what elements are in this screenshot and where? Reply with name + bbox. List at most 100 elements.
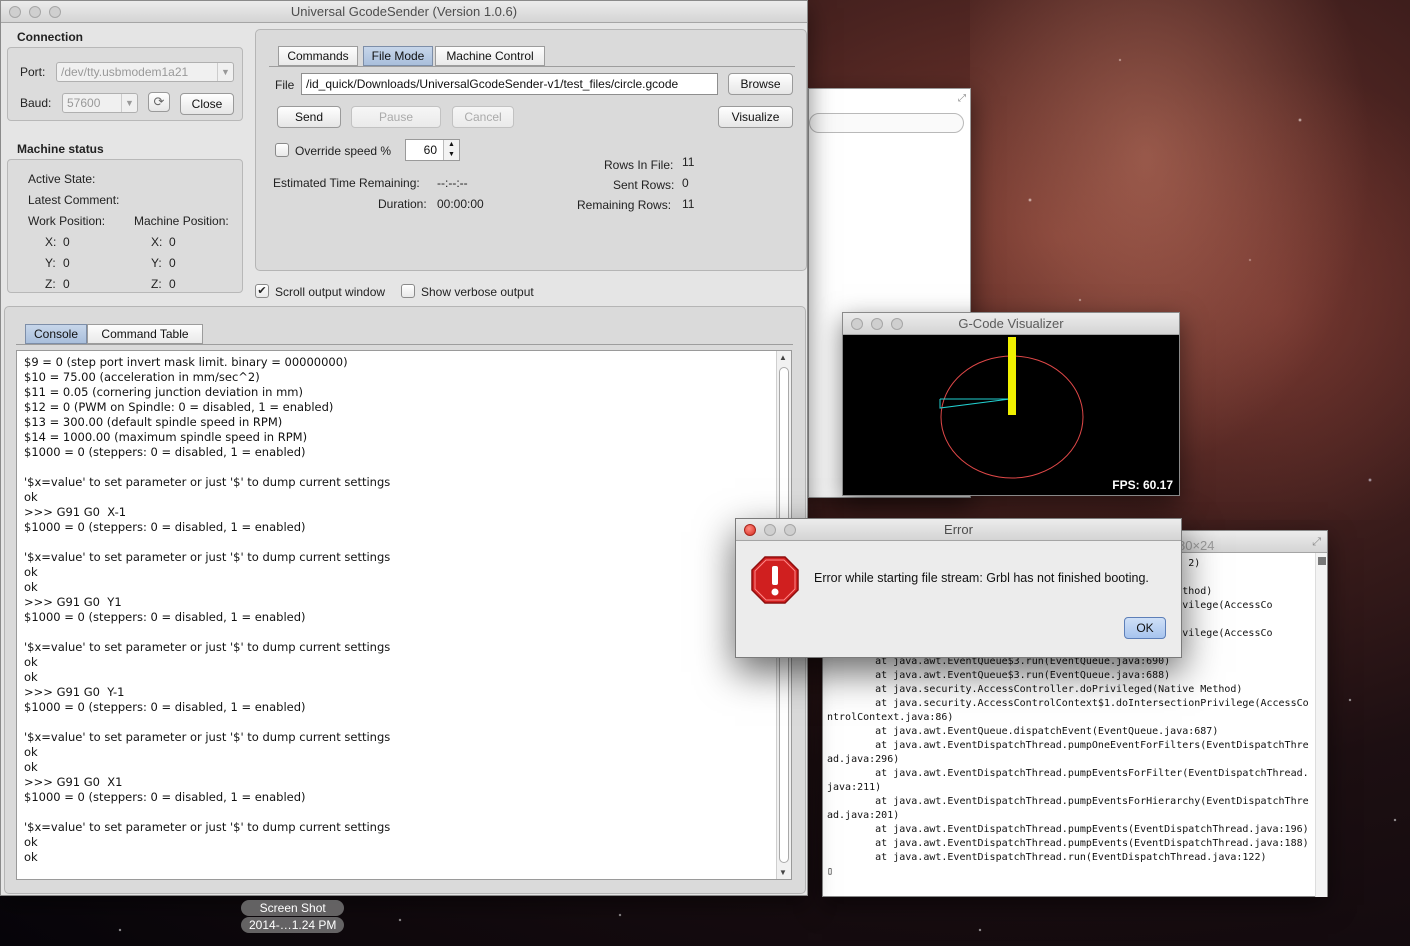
console-line: ok: [24, 835, 38, 849]
window-controls[interactable]: [851, 318, 903, 330]
sent-rows-value: 0: [682, 176, 689, 190]
browse-button[interactable]: Browse: [728, 73, 793, 95]
scroll-output-label: Scroll output window: [275, 285, 386, 299]
visualizer-titlebar[interactable]: G-Code Visualizer: [843, 313, 1179, 335]
scroll-output-checkbox[interactable]: ✔: [255, 284, 269, 298]
visualize-button[interactable]: Visualize: [718, 106, 793, 128]
refresh-icon[interactable]: ⟳: [148, 92, 170, 112]
main-titlebar[interactable]: Universal GcodeSender (Version 1.0.6): [1, 1, 807, 23]
terminal-line: at java.awt.EventDispatchThread.pumpEven…: [827, 768, 1309, 779]
baud-label: Baud:: [20, 96, 52, 110]
minimize-window-icon[interactable]: [871, 318, 883, 330]
desktop-file-label[interactable]: Screen Shot 2014-…1.24 PM: [241, 900, 345, 934]
file-path-input[interactable]: /id_quick/Downloads/UniversalGcodeSender…: [301, 73, 718, 95]
gcode-canvas[interactable]: [843, 335, 1179, 495]
visualizer-title: G-Code Visualizer: [958, 316, 1064, 331]
remaining-rows-value: 11: [682, 197, 695, 211]
console-line: $9 = 0 (step port invert mask limit. bin…: [24, 355, 348, 369]
pause-button[interactable]: Pause: [351, 106, 441, 128]
terminal-line: java:211): [827, 782, 882, 793]
console-line: '$x=value' to set parameter or just '$' …: [24, 730, 391, 744]
console-line: $1000 = 0 (steppers: 0 = disabled, 1 = e…: [24, 445, 306, 459]
error-titlebar[interactable]: Error: [736, 519, 1181, 541]
terminal-line: at java.awt.EventDispatchThread.pumpEven…: [827, 824, 1309, 835]
tab-commands[interactable]: Commands: [278, 46, 358, 66]
console-line: ok: [24, 760, 38, 774]
terminal-scrollbar[interactable]: [1315, 553, 1327, 897]
toolpath-line: [939, 398, 1011, 409]
ok-button[interactable]: OK: [1124, 617, 1166, 639]
chevron-down-icon[interactable]: ▼: [121, 94, 137, 112]
visualizer-window[interactable]: G-Code Visualizer FPS: 60.17: [842, 312, 1180, 496]
checkmark-icon: ✔: [257, 285, 267, 297]
send-button[interactable]: Send: [277, 106, 341, 128]
console-tab-divider: [16, 344, 793, 345]
console-output[interactable]: $9 = 0 (step port invert mask limit. bin…: [16, 350, 792, 880]
tab-command-table[interactable]: Command Table: [87, 324, 203, 344]
console-line: '$x=value' to set parameter or just '$' …: [24, 475, 391, 489]
main-window[interactable]: Universal GcodeSender (Version 1.0.6) Co…: [0, 0, 808, 896]
tab-machine-control[interactable]: Machine Control: [435, 46, 545, 66]
terminal-line: ntrolContext.java:86): [827, 712, 954, 723]
machine-x-label: X:: [151, 235, 163, 249]
error-message: Error while starting file stream: Grbl h…: [814, 571, 1149, 585]
estimated-time-value: --:--:--: [437, 176, 468, 190]
work-position-label: Work Position:: [28, 214, 106, 228]
window-controls[interactable]: [9, 6, 61, 18]
port-select[interactable]: /dev/tty.usbmodem1a21 ▼: [56, 62, 234, 82]
override-speed-value: 60: [423, 143, 437, 157]
sent-rows-label: Sent Rows:: [613, 178, 675, 192]
minimize-window-icon[interactable]: [29, 6, 41, 18]
tab-divider: [269, 66, 795, 67]
terminal-line: at java.security.AccessControlContext$1.…: [827, 698, 1309, 709]
zoom-window-icon[interactable]: [784, 524, 796, 536]
machine-x-value: 0: [169, 235, 176, 249]
terminal-line: at java.awt.EventDispatchThread.run(Even…: [827, 852, 1267, 863]
window-resize-icon[interactable]: ⤢: [1312, 531, 1321, 553]
zoom-window-icon[interactable]: [49, 6, 61, 18]
rows-in-file-value: 11: [682, 155, 695, 169]
connection-group: Port: /dev/tty.usbmodem1a21 ▼ Baud: 5760…: [7, 47, 243, 121]
console-line: ok: [24, 745, 38, 759]
cancel-button[interactable]: Cancel: [452, 106, 514, 128]
window-controls[interactable]: [744, 524, 796, 536]
terminal-line: at java.awt.EventDispatchThread.pumpEven…: [827, 838, 1309, 849]
override-speed-stepper[interactable]: 60 ▲ ▼: [405, 139, 460, 161]
console-line: $1000 = 0 (steppers: 0 = disabled, 1 = e…: [24, 700, 306, 714]
machine-status-label: Machine status: [17, 142, 104, 156]
machine-z-value: 0: [169, 277, 176, 291]
scroll-up-icon[interactable]: ▲: [779, 353, 787, 362]
terminal-scroll-thumb[interactable]: [1318, 557, 1326, 565]
baud-value: 57600: [67, 96, 101, 110]
chevron-down-icon[interactable]: ▼: [217, 63, 233, 81]
latest-comment-label: Latest Comment:: [28, 193, 120, 207]
baud-select[interactable]: 57600 ▼: [62, 93, 138, 113]
error-dialog[interactable]: Error Error while starting file stream: …: [735, 518, 1182, 658]
terminal-line: ad.java:201): [827, 810, 900, 821]
scroll-down-icon[interactable]: ▼: [779, 868, 787, 877]
close-window-icon[interactable]: [9, 6, 21, 18]
tab-console[interactable]: Console: [25, 324, 87, 344]
console-line: ok: [24, 490, 38, 504]
stepper-arrows-icon[interactable]: ▲ ▼: [443, 140, 459, 160]
minimize-window-icon[interactable]: [764, 524, 776, 536]
console-line: $13 = 300.00 (default spindle speed in R…: [24, 415, 283, 429]
terminal-line: at java.awt.EventQueue.dispatchEvent(Eve…: [827, 726, 1219, 737]
override-speed-checkbox[interactable]: [275, 143, 289, 157]
error-title: Error: [944, 522, 973, 537]
close-window-icon[interactable]: [851, 318, 863, 330]
tab-file-mode[interactable]: File Mode: [363, 46, 433, 66]
window-resize-icon[interactable]: ⤢: [958, 93, 966, 104]
close-window-icon[interactable]: [744, 524, 756, 536]
background-search-field[interactable]: [809, 113, 964, 133]
console-line: '$x=value' to set parameter or just '$' …: [24, 640, 391, 654]
verbose-output-checkbox[interactable]: [401, 284, 415, 298]
file-label: File: [275, 78, 295, 92]
console-line: $10 = 75.00 (acceleration in mm/sec^2): [24, 370, 260, 384]
machine-z-label: Z:: [151, 277, 162, 291]
machine-y-label: Y:: [151, 256, 162, 270]
zoom-window-icon[interactable]: [891, 318, 903, 330]
close-button[interactable]: Close: [180, 93, 234, 115]
